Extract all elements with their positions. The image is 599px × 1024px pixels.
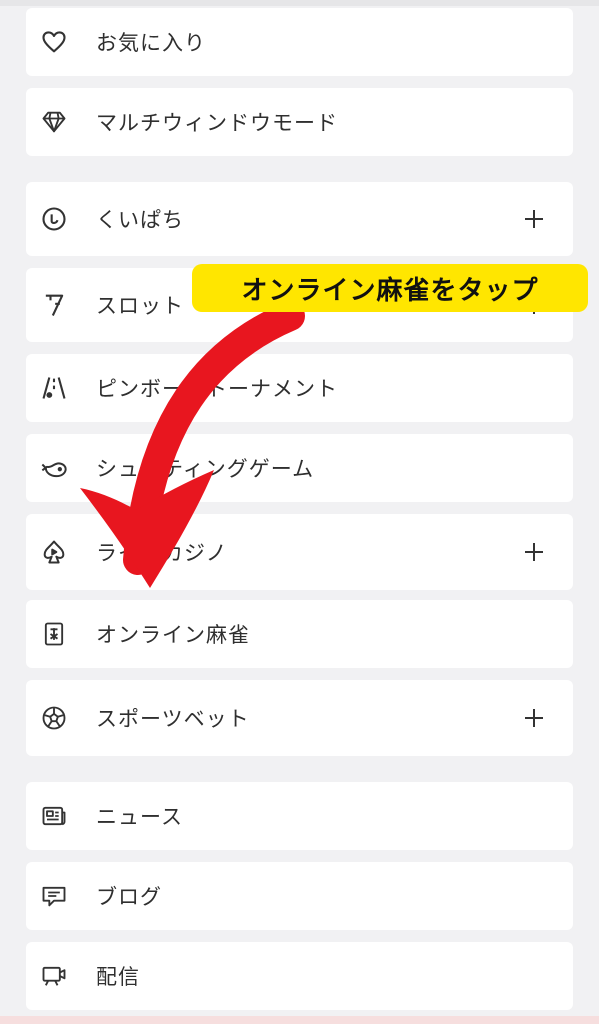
- menu-label-pinball: ピンボールトーナメント: [96, 377, 338, 401]
- menu-item-kuipachi[interactable]: くいぱち: [26, 182, 573, 256]
- menu-item-sports-bet[interactable]: スポーツベット: [26, 680, 573, 756]
- seven-icon: [40, 291, 68, 319]
- expand-plus-icon[interactable]: [523, 208, 545, 230]
- menu-label-kuipachi: くいぱち: [96, 208, 184, 232]
- whale-icon: [40, 454, 68, 482]
- mahjong-tile-icon: [40, 620, 68, 648]
- soccer-ball-icon: [40, 704, 68, 732]
- menu-label-slot: スロット: [96, 294, 184, 318]
- expand-plus-icon[interactable]: [523, 541, 545, 563]
- menu-item-stream[interactable]: 配信: [26, 942, 573, 1010]
- menu-label-news: ニュース: [96, 805, 183, 829]
- menu-item-favorites[interactable]: お気に入り: [26, 8, 573, 76]
- menu-label-sports-bet: スポーツベット: [96, 707, 250, 731]
- diamond-icon: [40, 108, 68, 136]
- menu-item-live-casino[interactable]: ライブカジノ: [26, 514, 573, 590]
- newspaper-icon: [40, 802, 68, 830]
- menu-label-online-mahjong: オンライン麻雀: [96, 623, 250, 647]
- menu-item-pinball[interactable]: ピンボールトーナメント: [26, 354, 573, 422]
- menu-item-blog[interactable]: ブログ: [26, 862, 573, 930]
- comment-icon: [40, 882, 68, 910]
- heart-icon: [40, 28, 68, 56]
- bottom-divider: [0, 1016, 599, 1024]
- menu-label-stream: 配信: [96, 965, 140, 989]
- annotation-callout: オンライン麻雀をタップ: [192, 264, 588, 312]
- menu-label-blog: ブログ: [96, 885, 162, 909]
- menu-label-favorites: お気に入り: [96, 31, 206, 55]
- menu-item-shooting[interactable]: シューティングゲーム: [26, 434, 573, 502]
- menu-label-multiwindow: マルチウィンドウモード: [96, 111, 338, 135]
- top-divider: [0, 0, 599, 6]
- video-screen-icon: [40, 962, 68, 990]
- menu-label-live-casino: ライブカジノ: [96, 541, 228, 565]
- menu-label-shooting: シューティングゲーム: [96, 457, 315, 481]
- menu-item-news[interactable]: ニュース: [26, 782, 573, 850]
- expand-plus-icon[interactable]: [523, 707, 545, 729]
- pinball-lane-icon: [40, 374, 68, 402]
- menu-item-multiwindow[interactable]: マルチウィンドウモード: [26, 88, 573, 156]
- spade-play-icon: [40, 538, 68, 566]
- smile-circle-icon: [40, 205, 68, 233]
- menu-item-online-mahjong[interactable]: オンライン麻雀: [26, 600, 573, 668]
